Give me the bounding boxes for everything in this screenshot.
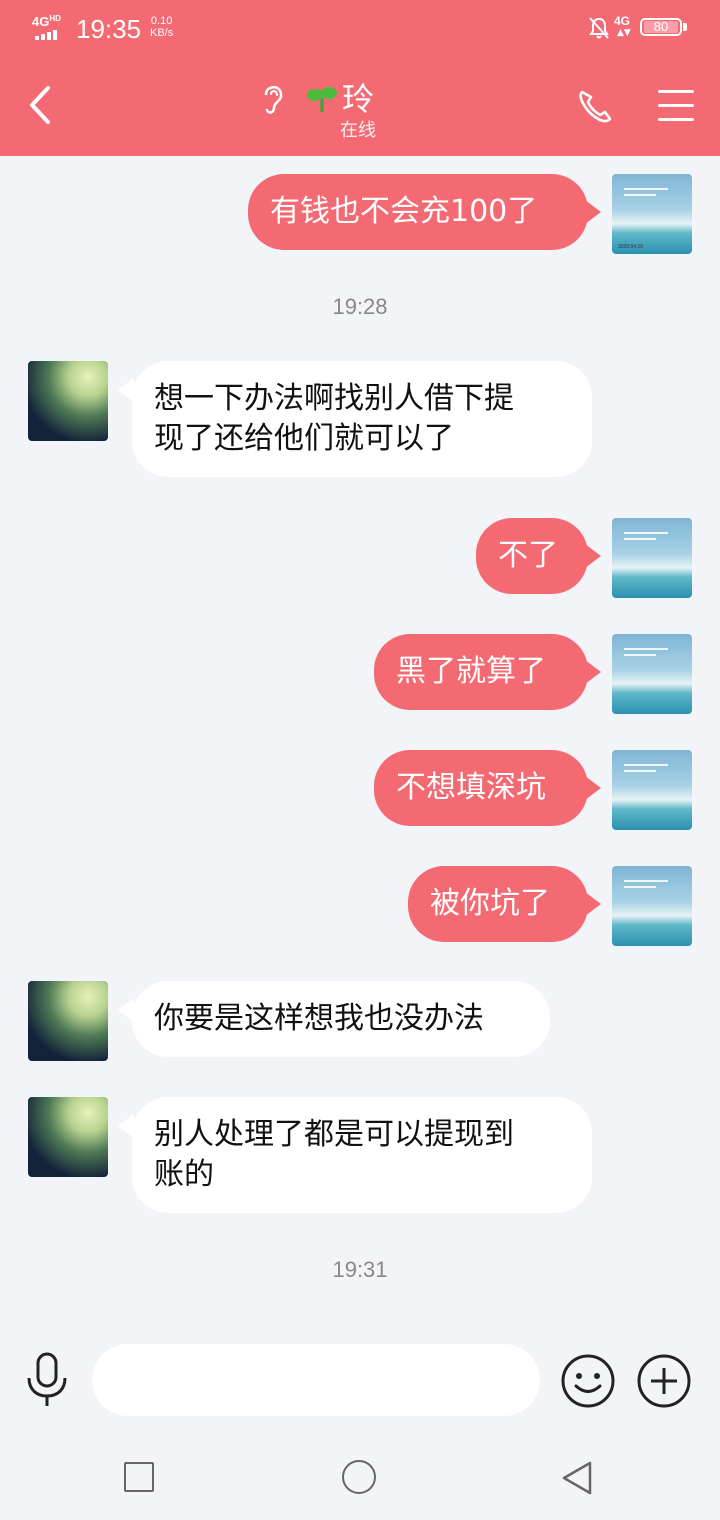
- avatar-me[interactable]: [612, 866, 692, 946]
- avatar-contact[interactable]: [28, 361, 108, 441]
- plus-icon[interactable]: [636, 1353, 692, 1409]
- back-arrow-icon[interactable]: [24, 82, 64, 128]
- status-bar: 4GHD 19:35 0.10 KB/s 4G ▲▼ 80: [0, 0, 720, 58]
- avatar-me[interactable]: [612, 634, 692, 714]
- bubble-tail: [585, 544, 601, 568]
- message-bubble-sent[interactable]: 不了: [476, 518, 588, 594]
- avatar-me[interactable]: [612, 750, 692, 830]
- avatar-me[interactable]: 2020.04.10: [612, 174, 692, 254]
- signal-bars-icon: [35, 30, 59, 40]
- message-bubble-sent[interactable]: 不想填深坑: [374, 750, 588, 826]
- sprout-icon: [307, 87, 337, 112]
- message-bubble-sent[interactable]: 有钱也不会充100了: [248, 174, 588, 250]
- bubble-tail: [585, 892, 601, 916]
- phone-icon[interactable]: [576, 86, 616, 126]
- system-nav-bar: [0, 1436, 720, 1520]
- home-button[interactable]: [342, 1460, 376, 1494]
- message-bubble-received[interactable]: 别人处理了都是可以提现到 账的: [132, 1097, 592, 1213]
- network-label: 4G: [32, 14, 50, 29]
- online-status: 在线: [340, 120, 376, 141]
- avatar-me[interactable]: [612, 518, 692, 598]
- speed-unit: KB/s: [150, 27, 174, 39]
- avatar-contact[interactable]: [28, 1097, 108, 1177]
- timestamp: 19:28: [332, 294, 388, 319]
- message-bubble-sent[interactable]: 黑了就算了: [374, 634, 588, 710]
- timestamp: 19:31: [332, 1257, 388, 1282]
- notification-muted-icon: [589, 17, 609, 39]
- message-line: 现了还给他们就可以了: [154, 421, 454, 456]
- network-speed: 0.10 KB/s: [150, 15, 173, 39]
- data-arrows-icon: ▲▼: [617, 28, 631, 38]
- message-bubble-received[interactable]: 想一下办法啊找别人借下提 现了还给他们就可以了: [132, 361, 592, 477]
- message-bubble-sent[interactable]: 被你坑了: [408, 866, 588, 942]
- avatar-caption: 2020.04.10: [618, 244, 644, 250]
- battery-tip: [683, 23, 687, 31]
- speed-value: 0.10: [150, 15, 173, 27]
- network-indicator: 4GHD: [32, 14, 61, 29]
- top-bar: 4GHD 19:35 0.10 KB/s 4G ▲▼ 80 玲 在线: [0, 0, 720, 156]
- message-line: 账的: [154, 1157, 214, 1192]
- bubble-tail: [585, 200, 601, 224]
- message-bubble-received[interactable]: 你要是这样想我也没办法: [132, 981, 550, 1057]
- menu-icon[interactable]: [658, 90, 694, 122]
- message-input[interactable]: [92, 1344, 540, 1416]
- ear-icon[interactable]: [258, 80, 288, 116]
- battery-level: 80: [644, 20, 678, 33]
- recent-apps-button[interactable]: [124, 1462, 154, 1492]
- bubble-tail: [585, 776, 601, 800]
- mic-icon[interactable]: [24, 1352, 70, 1408]
- emoji-icon[interactable]: [560, 1353, 616, 1409]
- bubble-tail: [585, 660, 601, 684]
- battery-icon: 80: [640, 18, 682, 36]
- signal-4g-label: 4G: [614, 14, 631, 28]
- network-hd-label: HD: [49, 14, 61, 23]
- message-line: 别人处理了都是可以提现到: [154, 1117, 514, 1152]
- status-time: 19:35: [76, 14, 142, 44]
- input-bar: [0, 1326, 720, 1436]
- message-line: 想一下办法啊找别人借下提: [154, 381, 514, 416]
- avatar-contact[interactable]: [28, 981, 108, 1061]
- contact-name: 玲: [342, 80, 375, 118]
- system-back-icon[interactable]: [560, 1460, 596, 1496]
